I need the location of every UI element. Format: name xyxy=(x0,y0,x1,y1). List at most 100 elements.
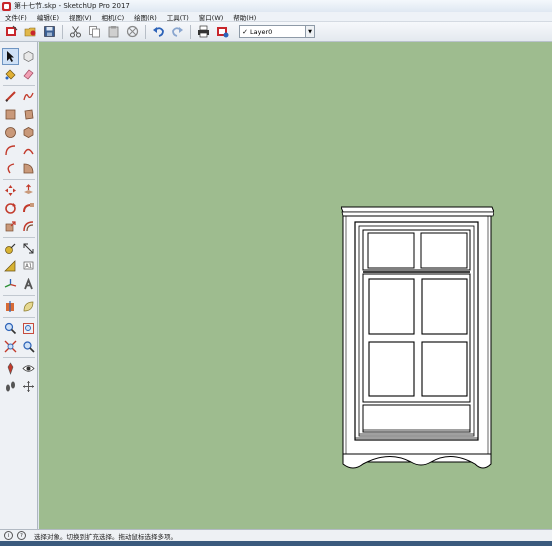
zoom-tool[interactable] xyxy=(2,320,19,337)
line-tool[interactable] xyxy=(2,88,19,105)
freehand-tool[interactable] xyxy=(20,88,37,105)
print-button[interactable] xyxy=(195,24,211,40)
look-around-tool[interactable] xyxy=(20,360,37,377)
walk-tool[interactable] xyxy=(2,378,19,395)
scale-icon xyxy=(5,221,16,232)
rotated-rectangle-tool[interactable] xyxy=(20,106,37,123)
menu-draw[interactable]: 绘图(R) xyxy=(129,12,162,22)
tool-group-separator xyxy=(3,179,35,180)
undo-icon xyxy=(152,27,164,37)
position-camera-tool[interactable] xyxy=(2,360,19,377)
zoom-extents-tool[interactable] xyxy=(2,338,19,355)
tape-measure-tool[interactable] xyxy=(2,240,19,257)
tool-group-separator xyxy=(3,237,35,238)
polygon-icon xyxy=(23,127,34,138)
follow-me-tool[interactable] xyxy=(20,200,37,217)
arc-icon xyxy=(5,145,16,156)
new-file-icon xyxy=(5,25,17,36)
redo-button[interactable] xyxy=(169,24,185,40)
menu-camera[interactable]: 相机(C) xyxy=(97,12,130,22)
eye-icon xyxy=(22,365,35,372)
move-icon xyxy=(5,185,16,196)
orbit-tool[interactable] xyxy=(20,378,37,395)
zoom-window-icon xyxy=(23,323,34,334)
scale-tool[interactable] xyxy=(2,218,19,235)
main-toolbar: ✓ Layer0 ▼ xyxy=(0,22,552,42)
model-info-button[interactable] xyxy=(214,24,230,40)
text-icon: A1 xyxy=(23,261,34,270)
menu-help[interactable]: 帮助(H) xyxy=(228,12,261,22)
pencil-icon xyxy=(5,91,16,102)
section-plane-tool[interactable] xyxy=(2,298,19,315)
paint-bucket-tool[interactable] xyxy=(2,66,19,83)
3d-text-icon xyxy=(24,278,33,290)
menu-tools[interactable]: 工具(T) xyxy=(162,12,194,22)
tape-measure-icon xyxy=(5,243,16,254)
open-file-button[interactable] xyxy=(22,24,38,40)
position-camera-icon xyxy=(7,362,14,375)
3d-text-tool[interactable] xyxy=(20,276,37,293)
magnifier-icon xyxy=(4,322,17,335)
help-icon[interactable]: ? xyxy=(17,531,26,540)
sandbox-tool[interactable] xyxy=(20,298,37,315)
menu-view[interactable]: 视图(V) xyxy=(64,12,97,22)
copy-button[interactable] xyxy=(86,24,102,40)
pie-tool[interactable] xyxy=(20,160,37,177)
paste-icon xyxy=(108,26,118,38)
two-point-arc-tool[interactable] xyxy=(20,142,37,159)
zoom-window-tool[interactable] xyxy=(20,320,37,337)
eraser-tool[interactable] xyxy=(20,66,37,83)
erase-button[interactable] xyxy=(124,24,140,40)
menu-window[interactable]: 窗口(W) xyxy=(194,12,229,22)
menu-edit[interactable]: 编辑(E) xyxy=(32,12,64,22)
previous-view-icon xyxy=(23,341,35,353)
rotated-rectangle-icon xyxy=(24,109,34,120)
three-point-arc-tool[interactable] xyxy=(2,160,19,177)
sketchup-logo-icon xyxy=(2,1,11,11)
protractor-tool[interactable] xyxy=(2,258,19,275)
menu-file[interactable]: 文件(F) xyxy=(0,12,32,22)
geo-info-icon[interactable]: i xyxy=(4,531,13,540)
eraser-icon xyxy=(23,69,34,80)
rectangle-icon xyxy=(5,109,16,120)
text-tool[interactable]: A1 xyxy=(20,258,37,275)
status-bar: i ? 选择对象。切换到扩充选择。拖动鼠标选择多项。 xyxy=(0,529,552,541)
layer-value: Layer0 xyxy=(250,27,273,36)
save-icon xyxy=(43,26,55,37)
taskbar-strip xyxy=(0,541,552,546)
window-title: 第十七节.skp - SketchUp Pro 2017 xyxy=(14,2,130,10)
printer-icon xyxy=(197,25,209,38)
offset-tool[interactable] xyxy=(20,218,37,235)
dimension-tool[interactable] xyxy=(20,240,37,257)
cut-button[interactable] xyxy=(67,24,83,40)
arc-tool[interactable] xyxy=(2,142,19,159)
two-point-arc-icon xyxy=(23,148,34,155)
chevron-down-icon[interactable]: ▼ xyxy=(305,26,314,37)
open-file-icon xyxy=(24,27,35,37)
rectangle-tool[interactable] xyxy=(2,106,19,123)
dimension-icon xyxy=(23,243,34,254)
modeling-viewport[interactable] xyxy=(39,42,552,529)
select-tool[interactable] xyxy=(2,48,19,65)
rotate-tool[interactable] xyxy=(2,200,19,217)
save-button[interactable] xyxy=(41,24,57,40)
title-bar: 第十七节.skp - SketchUp Pro 2017 xyxy=(0,0,552,12)
paste-button[interactable] xyxy=(105,24,121,40)
previous-view-tool[interactable] xyxy=(20,338,37,355)
svg-text:A1: A1 xyxy=(25,264,32,270)
polygon-tool[interactable] xyxy=(20,124,37,141)
leaf-icon xyxy=(23,301,34,312)
component-tool[interactable] xyxy=(20,48,37,65)
window-model[interactable] xyxy=(341,202,494,472)
circle-icon xyxy=(5,127,16,138)
orbit-icon xyxy=(23,381,34,392)
footprints-icon xyxy=(6,381,15,392)
move-tool[interactable] xyxy=(2,182,19,199)
circle-tool[interactable] xyxy=(2,124,19,141)
undo-button[interactable] xyxy=(150,24,166,40)
layer-dropdown[interactable]: ✓ Layer0 ▼ xyxy=(239,25,315,38)
axes-tool[interactable] xyxy=(2,276,19,293)
push-pull-tool[interactable] xyxy=(20,182,37,199)
three-point-arc-icon xyxy=(7,163,15,174)
new-file-button[interactable] xyxy=(3,24,19,40)
